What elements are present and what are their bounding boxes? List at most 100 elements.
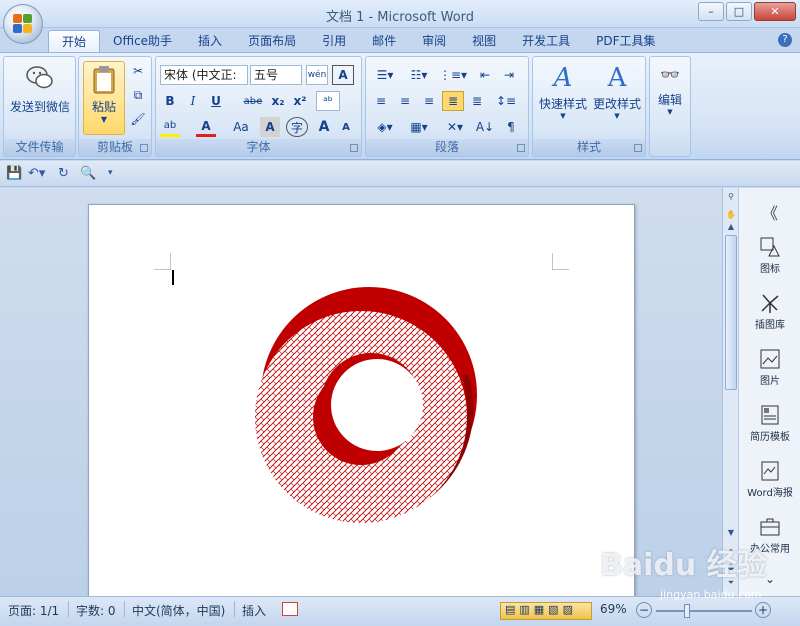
character-shading-button[interactable]: A <box>260 117 280 137</box>
minimize-button[interactable]: – <box>698 2 724 21</box>
chinese-layout-icon[interactable]: ✕▾ <box>440 117 470 137</box>
strikethrough-button[interactable]: abe <box>240 91 266 111</box>
tab-pdf-tools[interactable]: PDF工具集 <box>583 30 668 52</box>
side-item-poster[interactable]: Word海报 <box>739 460 800 499</box>
redo-icon[interactable]: ↻ <box>58 166 69 182</box>
paste-button[interactable]: 粘贴 ▼ <box>83 61 125 135</box>
ribbon: 发送到微信 文件传输 粘贴 ▼ ✂ ⧉ 🖌 剪贴板 宋体 (中文正: 五号 wé… <box>0 52 800 160</box>
macro-record-icon[interactable] <box>282 602 298 616</box>
subscript-button[interactable]: x₂ <box>268 91 288 111</box>
tab-page-layout[interactable]: 页面布局 <box>235 30 309 52</box>
font-color-button[interactable]: A <box>196 117 216 137</box>
help-icon[interactable]: ? <box>778 33 792 47</box>
shading-icon[interactable]: ◈▾ <box>370 117 400 137</box>
document-page[interactable] <box>88 204 635 614</box>
clipboard-launcher-icon[interactable] <box>140 144 148 152</box>
font-launcher-icon[interactable] <box>350 144 358 152</box>
phonetic-guide-button[interactable]: wén <box>306 65 328 85</box>
page-count[interactable]: 页面: 1/1 <box>8 602 59 619</box>
change-case-button[interactable]: Aa <box>228 117 254 137</box>
underline-button[interactable]: U <box>206 91 226 111</box>
format-painter-icon[interactable]: 🖌 <box>129 109 147 129</box>
insert-mode[interactable]: 插入 <box>242 602 266 619</box>
line-spacing-icon[interactable]: ↕≡ <box>492 91 520 111</box>
side-item-picture[interactable]: 图片 <box>739 348 800 387</box>
zoom-level[interactable]: 69% <box>600 602 627 616</box>
enclose-characters-icon[interactable]: 字 <box>286 117 308 137</box>
clear-format-button[interactable]: A <box>332 65 354 85</box>
save-icon[interactable]: 💾 <box>6 166 22 182</box>
tab-office-assistant[interactable]: Office助手 <box>100 30 185 52</box>
print-preview-icon[interactable]: 🔍 <box>80 166 96 182</box>
undo-icon[interactable]: ↶▾ <box>28 166 45 182</box>
editing-label: 编辑 <box>657 93 682 107</box>
ruler-toggle-icon[interactable]: ⚲ <box>725 192 737 205</box>
side-item-clipart[interactable]: 插图库 <box>739 292 800 331</box>
group-label-file-transfer: 文件传输 <box>4 139 75 156</box>
paste-dropdown-icon[interactable]: ▼ <box>84 115 124 124</box>
scroll-up-icon[interactable]: ▲ <box>725 222 737 235</box>
vertical-scrollbar[interactable]: ⚲ ✋ ▲ ▼ ⏶ ● ⏷ <box>722 188 738 596</box>
side-item-resume[interactable]: 简历模板 <box>739 404 800 443</box>
tab-mailings[interactable]: 邮件 <box>359 30 409 52</box>
windmill-icon <box>761 294 779 313</box>
paragraph-launcher-icon[interactable] <box>517 144 525 152</box>
distributed-icon[interactable]: ≣ <box>466 91 488 111</box>
quick-styles-button[interactable]: A 快速样式 ▼ <box>537 63 589 120</box>
align-left-icon[interactable]: ≡ <box>370 91 392 111</box>
decrease-indent-icon[interactable]: ⇤ <box>474 65 496 85</box>
zoom-slider[interactable] <box>656 610 752 612</box>
multilevel-list-icon[interactable]: ⋮≡▾ <box>438 65 468 85</box>
copy-icon[interactable]: ⧉ <box>129 85 147 105</box>
bullets-icon[interactable]: ☰▾ <box>370 65 400 85</box>
zoom-in-icon[interactable]: + <box>755 602 771 618</box>
tab-insert[interactable]: 插入 <box>185 30 235 52</box>
bold-button[interactable]: B <box>160 91 180 111</box>
tab-references[interactable]: 引用 <box>309 30 359 52</box>
align-right-icon[interactable]: ≡ <box>418 91 440 111</box>
highlight-button[interactable]: ab <box>160 117 180 137</box>
editing-button[interactable]: 👓 编辑 ▼ <box>652 63 688 116</box>
paste-label: 粘贴 <box>91 100 116 114</box>
shrink-font-button[interactable]: A <box>336 117 356 137</box>
change-styles-button[interactable]: A 更改样式 ▼ <box>591 63 643 120</box>
cut-icon[interactable]: ✂ <box>129 61 147 81</box>
italic-button[interactable]: I <box>183 91 203 111</box>
borders-icon[interactable]: ▦▾ <box>404 117 434 137</box>
maximize-button[interactable]: □ <box>726 2 752 21</box>
side-item-icons[interactable]: 图标 <box>739 236 800 275</box>
grow-font-button[interactable]: A <box>314 117 334 137</box>
close-button[interactable]: ✕ <box>754 2 796 21</box>
sort-icon[interactable]: A↓ <box>474 117 496 137</box>
title-bar: 文档 1 - Microsoft Word – □ ✕ <box>0 0 800 28</box>
justify-icon[interactable]: ≣ <box>442 91 464 111</box>
increase-indent-icon[interactable]: ⇥ <box>498 65 520 85</box>
donut-shape[interactable] <box>249 285 489 525</box>
text-effects-icon[interactable]: ᵃᵇ <box>316 91 340 111</box>
font-size-select[interactable]: 五号 <box>250 65 302 85</box>
show-marks-icon[interactable]: ¶ <box>500 117 522 137</box>
align-center-icon[interactable]: ≡ <box>394 91 416 111</box>
quick-styles-dropdown-icon: ▼ <box>560 112 566 120</box>
customize-qat-icon[interactable]: ▾ <box>108 168 113 184</box>
tab-developer[interactable]: 开发工具 <box>509 30 583 52</box>
styles-launcher-icon[interactable] <box>634 144 642 152</box>
language[interactable]: 中文(简体，中国) <box>132 602 225 619</box>
font-name-select[interactable]: 宋体 (中文正: <box>160 65 248 85</box>
numbering-icon[interactable]: ☷▾ <box>404 65 434 85</box>
tab-view[interactable]: 视图 <box>459 30 509 52</box>
briefcase-icon <box>760 518 780 536</box>
tab-home[interactable]: 开始 <box>48 30 101 52</box>
word-count[interactable]: 字数: 0 <box>76 602 116 619</box>
zoom-out-icon[interactable]: − <box>636 602 652 618</box>
view-buttons[interactable]: ▤▥▦▧▨ <box>500 602 592 620</box>
tab-review[interactable]: 审阅 <box>409 30 459 52</box>
zoom-slider-thumb[interactable] <box>684 604 690 618</box>
shapes-icon <box>760 237 780 257</box>
office-button[interactable] <box>3 4 43 44</box>
collapse-panel-icon[interactable]: 《 <box>739 200 800 224</box>
superscript-button[interactable]: x² <box>290 91 310 111</box>
send-to-wechat-button[interactable]: 发送到微信 <box>8 65 72 115</box>
scroll-thumb[interactable] <box>725 235 737 390</box>
group-label-paragraph: 段落 <box>366 139 528 156</box>
